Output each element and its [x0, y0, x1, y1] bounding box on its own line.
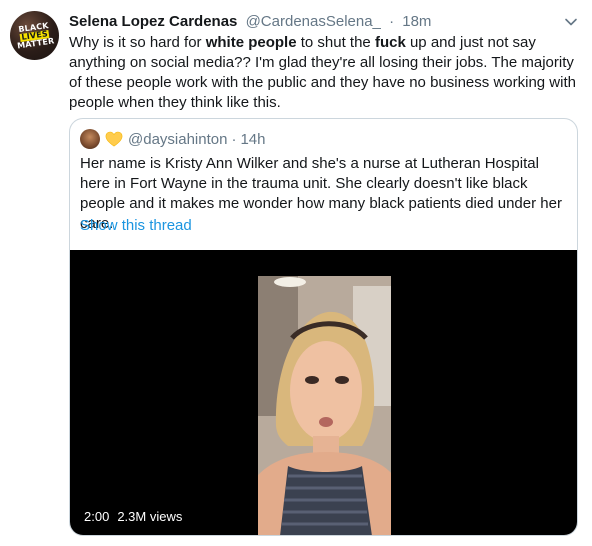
- yellow-heart-icon: [105, 131, 123, 147]
- tweet: BLACK LIVES MATTER Selena Lopez Cardenas…: [0, 0, 592, 546]
- tweet-header: Selena Lopez Cardenas @CardenasSelena_ ·…: [69, 12, 572, 32]
- tweet-text-part: Why is it so hard for: [69, 34, 206, 51]
- user-handle[interactable]: @CardenasSelena_: [246, 13, 381, 30]
- video-meta: 2:00 2.3M views: [84, 509, 182, 525]
- video-views: 2.3M views: [117, 509, 183, 524]
- quoted-tweet-header: @daysiahinton · 14h: [80, 129, 266, 149]
- video-player[interactable]: 2:00 2.3M views: [70, 250, 577, 535]
- avatar[interactable]: BLACK LIVES MATTER: [10, 11, 59, 60]
- tweet-text: Why is it so hard for white people to sh…: [69, 33, 579, 113]
- show-thread-link[interactable]: Show this thread: [80, 216, 192, 236]
- separator-dot: ·: [389, 13, 395, 30]
- tweet-text-bold: fuck: [374, 34, 406, 51]
- quoted-handle[interactable]: @daysiahinton: [128, 131, 227, 148]
- video-duration: 2:00: [84, 509, 110, 524]
- video-frame: [258, 276, 391, 535]
- display-name[interactable]: Selena Lopez Cardenas: [69, 13, 237, 30]
- timestamp[interactable]: 18m: [402, 13, 431, 30]
- chevron-down-icon[interactable]: [563, 14, 579, 30]
- quoted-tweet[interactable]: @daysiahinton · 14h Her name is Kristy A…: [69, 118, 578, 536]
- tweet-text-bold: white people: [205, 34, 297, 51]
- avatar-logo: BLACK LIVES MATTER: [14, 21, 54, 50]
- tweet-text-part: to shut the: [296, 34, 375, 51]
- separator-dot: ·: [231, 130, 237, 148]
- video-thumbnail: [258, 276, 391, 535]
- quoted-timestamp[interactable]: 14h: [240, 131, 265, 148]
- quoted-avatar[interactable]: [80, 129, 100, 149]
